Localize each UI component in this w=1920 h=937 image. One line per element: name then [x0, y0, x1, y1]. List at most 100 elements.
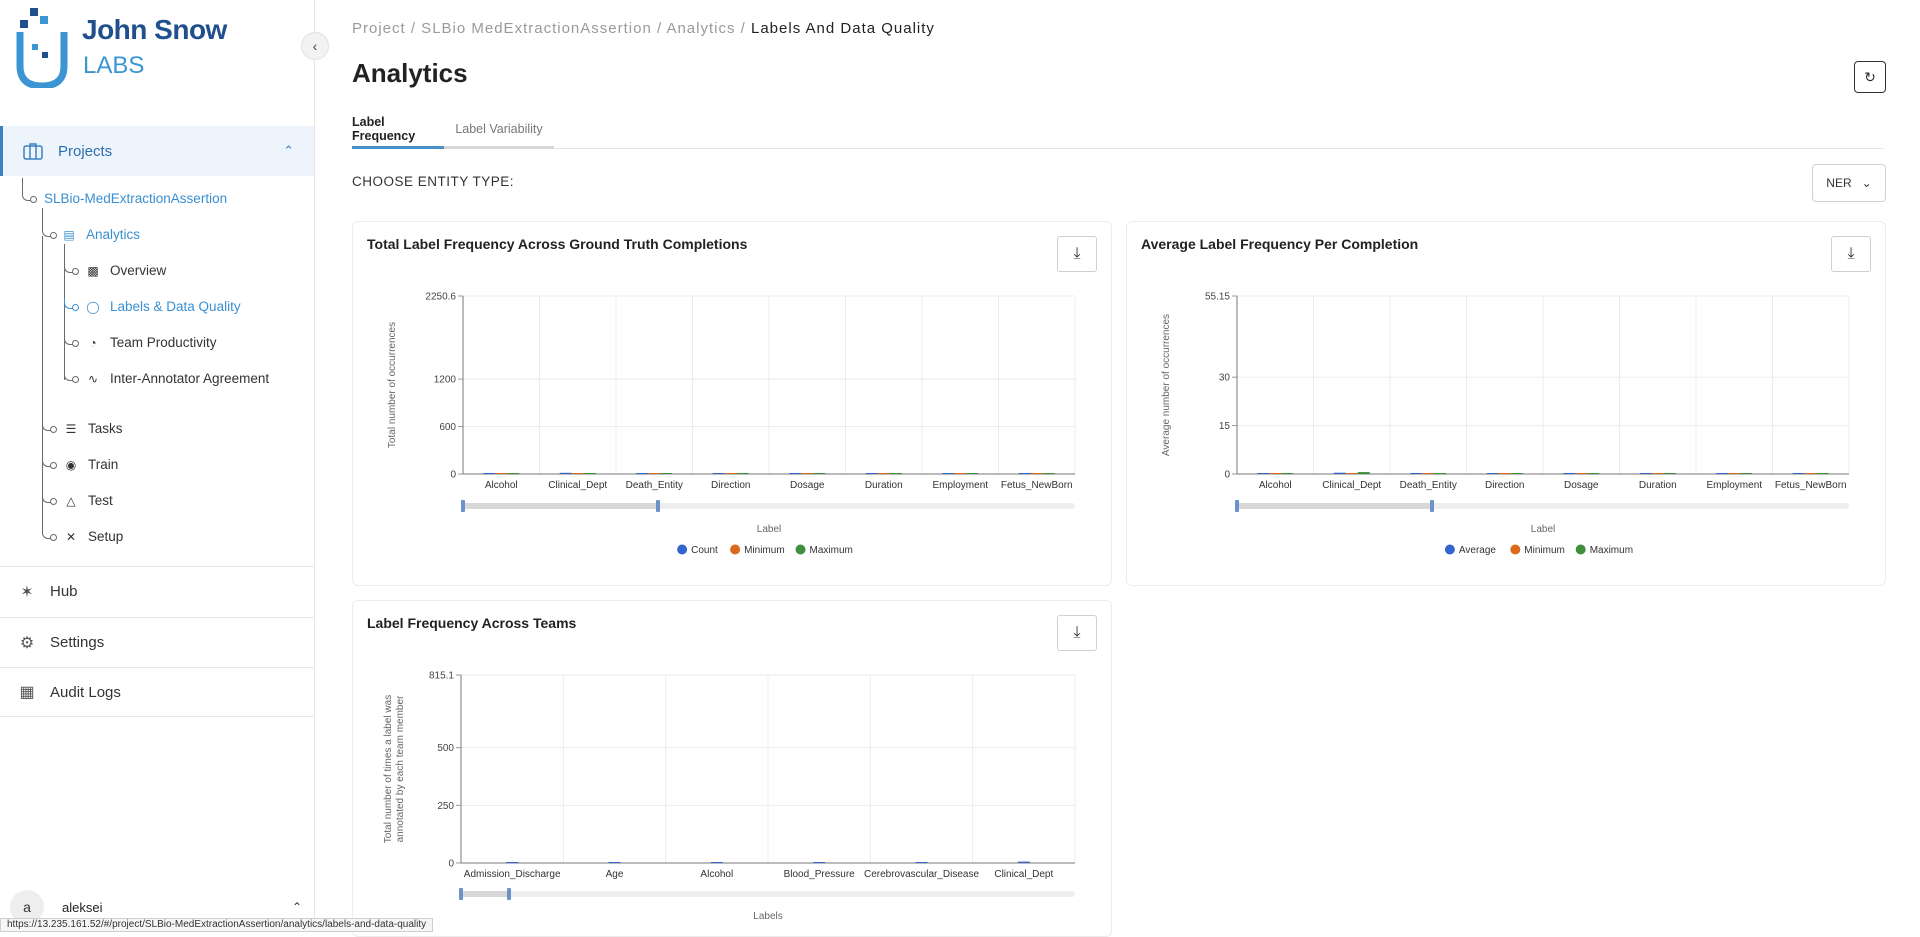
chevron-up-icon[interactable]: ⌃ — [292, 900, 302, 914]
sidebar-item-team-productivity[interactable]: ◔ Team Productivity — [86, 335, 216, 350]
sidebar-item-tasks[interactable]: ☰ Tasks — [64, 421, 123, 436]
brain-icon: ◉ — [65, 457, 77, 472]
x-tick-label: Direction — [1485, 480, 1524, 491]
setup-label: Setup — [88, 529, 124, 544]
chart-bar — [608, 862, 621, 863]
x-tick-label: Alcohol — [1259, 480, 1292, 491]
chart-bar — [1740, 473, 1753, 474]
range-slider-selection — [463, 503, 658, 509]
tree-node — [72, 376, 79, 383]
sidebar-item-test[interactable]: △ Test — [64, 493, 112, 508]
sidebar-item-train[interactable]: ◉ Train — [64, 457, 119, 472]
x-tick-label: Alcohol — [485, 480, 518, 491]
chart-bar — [1486, 473, 1499, 474]
sidebar-item-project[interactable]: SLBio-MedExtractionAssertion — [44, 191, 227, 206]
nav-audit-logs[interactable]: ▦ Audit Logs — [0, 667, 314, 717]
user-name: aleksei — [62, 899, 103, 915]
checklist-icon: ☰ — [65, 421, 77, 436]
tree-node — [50, 534, 57, 541]
y-tick-label: 1200 — [434, 375, 457, 386]
range-slider-handle — [1430, 500, 1434, 512]
chart-bar — [571, 473, 584, 474]
sidebar-item-overview[interactable]: ▩ Overview — [86, 263, 166, 278]
chart-bar — [724, 473, 737, 474]
chart-bar — [889, 473, 902, 474]
range-slider-handle — [459, 888, 463, 900]
y-tick-label: 2250.6 — [425, 292, 456, 303]
legend-swatch — [1444, 544, 1455, 555]
nav-settings[interactable]: ⚙ Settings — [0, 617, 314, 667]
flask-icon: △ — [66, 493, 76, 508]
chart-bar — [813, 862, 826, 863]
y-tick-label: 0 — [1224, 470, 1230, 481]
chart-bar — [966, 473, 979, 474]
x-axis-label: Labels — [753, 911, 782, 922]
y-tick-label: 250 — [437, 801, 454, 812]
chart-bar — [915, 862, 928, 863]
john-snow-labs-logo[interactable]: John Snow LABS — [16, 8, 236, 90]
chart-average-frequency: 55.15 30 15 0 Alcohol Clinical_Dept Death_Enti… — [1161, 292, 1850, 556]
inter-annotator-label: Inter-Annotator Agreement — [110, 371, 270, 386]
legend-label: Maximum — [1590, 545, 1633, 556]
chart-bar — [877, 473, 890, 474]
gauge-icon: ◔ — [89, 335, 97, 350]
tree-node — [50, 498, 57, 505]
chart-bar — [1498, 473, 1511, 474]
project-name-label: SLBio-MedExtractionAssertion — [44, 191, 228, 206]
y-axis-label: Total number of times a label was — [383, 695, 394, 843]
refresh-button[interactable]: ↻ — [1854, 61, 1886, 93]
tree-node — [72, 340, 79, 347]
chart-card-average-frequency: Average Label Frequency Per Completion ⤓… — [1126, 221, 1886, 586]
tab-label-frequency[interactable]: Label Frequency — [352, 112, 444, 149]
sidebar-item-inter-annotator[interactable]: ∿ Inter-Annotator Agreement — [86, 371, 269, 386]
tasks-label: Tasks — [88, 421, 123, 436]
chart-bar — [495, 473, 508, 474]
chart-bar — [1281, 473, 1294, 474]
chart-bar — [648, 473, 661, 474]
x-tick-label: Age — [606, 869, 624, 880]
nav-projects[interactable]: Projects ⌃ — [0, 126, 314, 176]
chevron-up-icon[interactable]: ⌃ — [283, 143, 294, 159]
x-tick-label: Cerebrovascular_Disease — [864, 869, 979, 880]
page-title: Analytics — [352, 58, 468, 88]
chart-bar — [942, 473, 955, 474]
x-tick-label: Clinical_Dept — [1322, 480, 1381, 491]
range-slider-selection — [461, 891, 509, 897]
chart-bar — [1042, 473, 1055, 474]
y-tick-label: 600 — [439, 422, 456, 433]
x-tick-label: Employment — [932, 480, 988, 491]
chart-bar — [1663, 473, 1676, 474]
overview-label: Overview — [110, 263, 167, 278]
chart-bar — [1030, 473, 1043, 474]
bar-chart-icon: ▩ — [87, 263, 99, 278]
sidebar: John Snow LABS Projects ⌃ SLBio-MedExtra… — [0, 0, 315, 930]
breadcrumb-links[interactable]: Project / SLBio MedExtractionAssertion /… — [352, 20, 746, 37]
breadcrumb: Project / SLBio MedExtractionAssertion /… — [352, 20, 935, 37]
sidebar-item-analytics[interactable]: ▤ Analytics — [62, 227, 140, 242]
collapse-sidebar-button[interactable]: ‹ — [301, 32, 329, 60]
x-tick-label: Dosage — [1564, 480, 1599, 491]
chart-bar — [712, 473, 725, 474]
nav-hub[interactable]: ✶ Hub — [0, 566, 314, 616]
chart-bar — [483, 473, 496, 474]
chart-bar — [1563, 473, 1576, 474]
x-tick-label: Blood_Pressure — [784, 869, 856, 880]
sidebar-item-setup[interactable]: ✕ Setup — [64, 529, 123, 544]
chevron-down-icon: ⌄ — [1861, 176, 1872, 190]
logo-text-secondary: LABS — [83, 52, 145, 79]
chart-bar — [1018, 473, 1031, 474]
tree-node — [30, 196, 37, 203]
sidebar-item-labels-data-quality[interactable]: ◯ Labels & Data Quality — [86, 299, 240, 314]
x-tick-label: Clinical_Dept — [548, 480, 607, 491]
breadcrumb-current: Labels And Data Quality — [745, 20, 935, 37]
tab-label-variability[interactable]: Label Variability — [444, 112, 554, 149]
chart-card-team-frequency: Label Frequency Across Teams ⤓ 815.1 500 2… — [352, 600, 1112, 937]
entity-type-select[interactable]: NER ⌄ — [1812, 164, 1886, 202]
x-tick-label: Direction — [711, 480, 750, 491]
legend-label: Minimum — [744, 545, 785, 556]
tools-icon: ✕ — [65, 529, 77, 544]
gear-icon: ⚙ — [19, 634, 35, 652]
legend-swatch — [730, 544, 741, 555]
tree-node — [50, 426, 57, 433]
y-axis-label: Total number of occurrences — [387, 322, 398, 448]
